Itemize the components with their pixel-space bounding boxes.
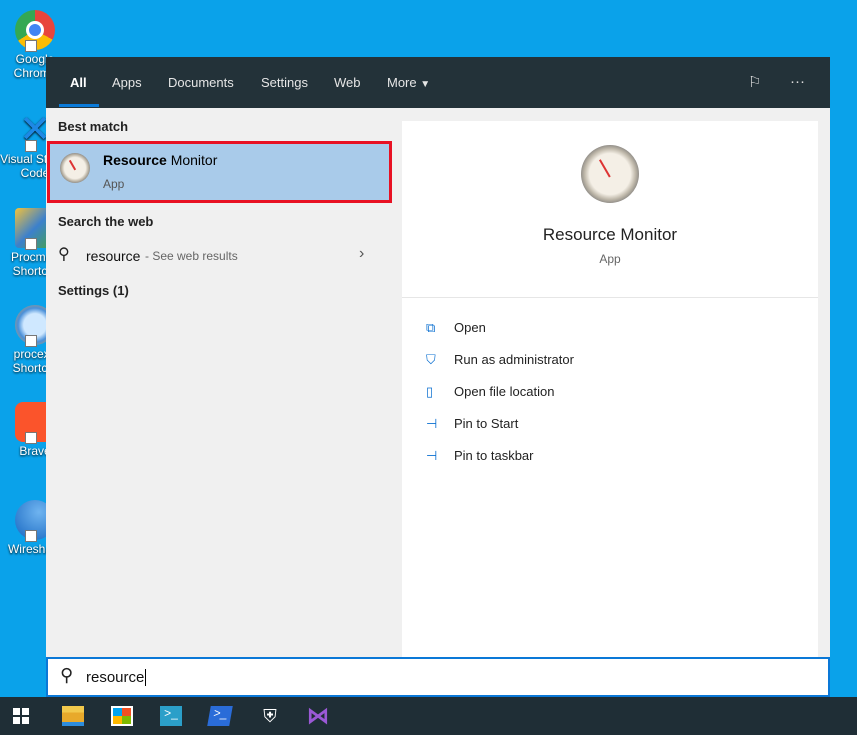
tab-apps[interactable]: Apps <box>112 75 142 90</box>
caret-down-icon: ▼ <box>420 79 431 90</box>
more-options-icon[interactable]: ··· <box>790 73 805 90</box>
search-icon: ⚲ <box>60 665 74 685</box>
taskbar: >_ >_ ⛨ ⋈ <box>0 697 857 735</box>
run-as-admin-icon: ⛉ <box>426 352 436 367</box>
best-match-heading: Best match <box>58 119 129 134</box>
chevron-right-icon: › <box>359 245 365 262</box>
resource-monitor-icon <box>60 153 90 183</box>
detail-app-type: App <box>599 252 621 266</box>
web-result[interactable]: ⚲ resource - See web results › <box>46 241 392 271</box>
start-search-panel: All Apps Documents Settings Web More ▼ ⚐… <box>46 57 830 697</box>
tab-settings[interactable]: Settings <box>261 75 308 90</box>
tab-all[interactable]: All <box>70 75 87 90</box>
result-name: Resource Monitor <box>103 152 218 168</box>
security-icon[interactable]: ⛨ <box>259 706 281 726</box>
file-location-icon: ▯ <box>426 384 434 399</box>
powershell-ise-icon[interactable]: >_ <box>160 706 182 726</box>
tab-documents[interactable]: Documents <box>168 75 234 90</box>
active-tab-indicator <box>59 104 99 107</box>
pin-icon: ⊣ <box>426 448 438 463</box>
powershell-icon[interactable]: >_ <box>207 706 233 726</box>
search-box[interactable]: ⚲ resource <box>46 657 830 697</box>
store-icon[interactable] <box>111 706 133 726</box>
settings-heading[interactable]: Settings (1) <box>58 283 129 298</box>
file-explorer-icon[interactable] <box>62 706 84 726</box>
best-match-result[interactable]: Resource Monitor App <box>47 141 392 203</box>
open-icon: ⧉ <box>426 320 436 335</box>
detail-pane: Resource Monitor App ⧉ Open ⛉ Run as admin… <box>402 121 818 657</box>
tab-web[interactable]: Web <box>334 75 361 90</box>
action-run-as-admin[interactable]: ⛉ Run as administrator <box>426 352 574 367</box>
resource-monitor-large-icon <box>581 145 639 203</box>
detail-app-name: Resource Monitor <box>542 225 678 244</box>
start-button[interactable] <box>13 708 29 724</box>
action-pin-to-start[interactable]: ⊣ Pin to Start <box>426 416 518 431</box>
result-type: App <box>103 177 125 191</box>
visual-studio-icon[interactable]: ⋈ <box>307 705 329 727</box>
tab-more[interactable]: More ▼ <box>387 75 430 90</box>
search-filter-bar: All Apps Documents Settings Web More ▼ ⚐… <box>46 57 830 108</box>
action-pin-to-taskbar[interactable]: ⊣ Pin to taskbar <box>426 448 534 463</box>
divider <box>402 297 818 298</box>
action-open[interactable]: ⧉ Open <box>426 320 486 335</box>
search-web-heading: Search the web <box>58 214 154 229</box>
search-icon: ⚲ <box>58 246 70 263</box>
action-open-file-location[interactable]: ▯ Open file location <box>426 384 554 399</box>
search-input[interactable]: resource <box>86 669 147 686</box>
feedback-icon[interactable]: ⚐ <box>748 73 761 91</box>
pin-icon: ⊣ <box>426 416 438 431</box>
